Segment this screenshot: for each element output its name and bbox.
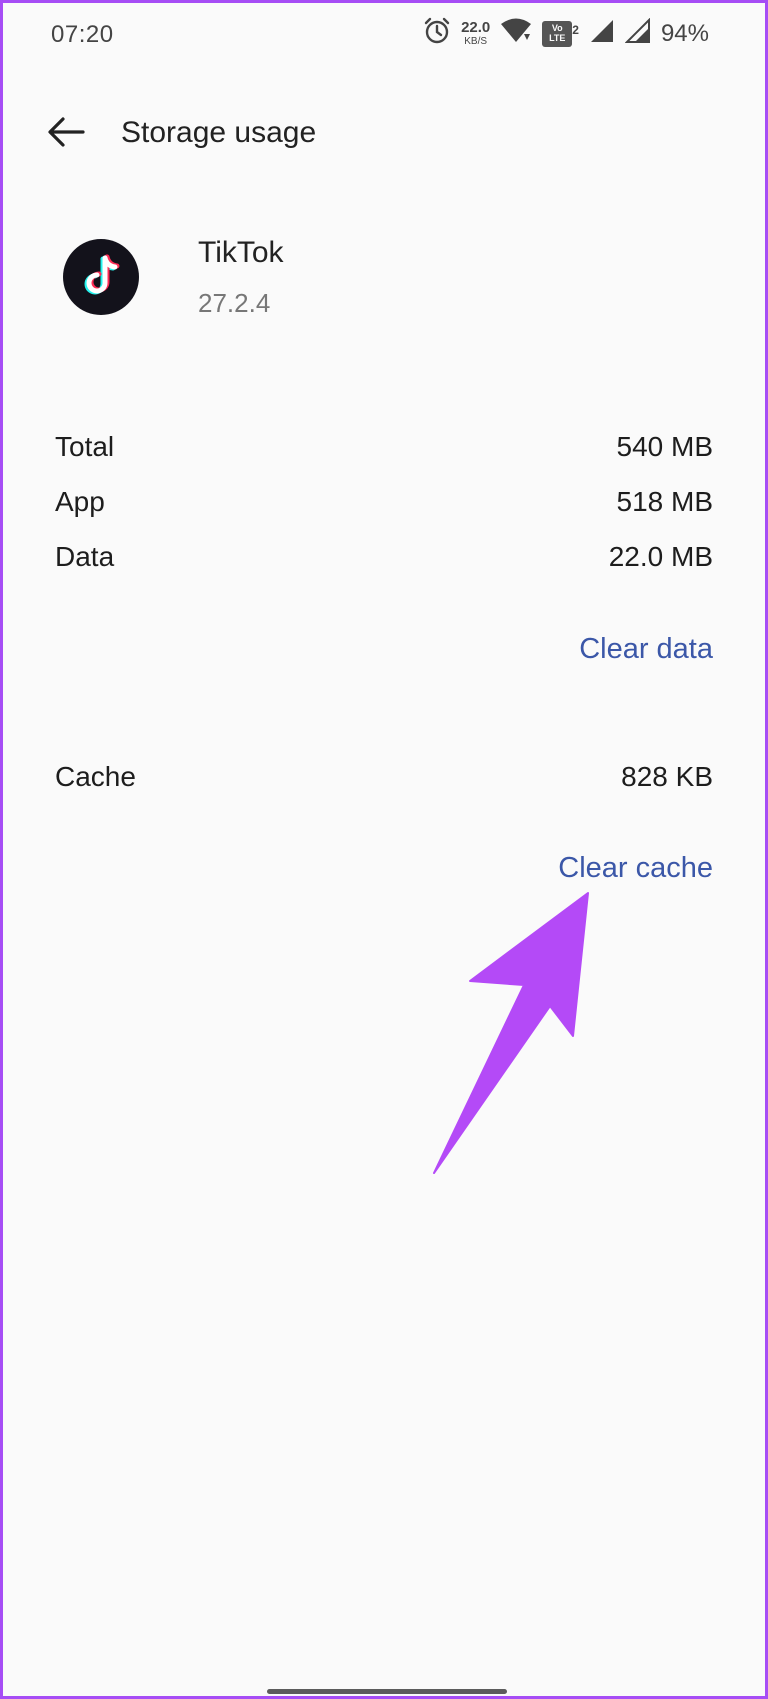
- home-indicator[interactable]: [267, 1689, 507, 1694]
- battery-level: 94%: [660, 19, 709, 47]
- storage-row-label: Total: [55, 431, 115, 462]
- storage-row-value: 540 MB: [616, 431, 714, 462]
- cache-label: Cache: [55, 761, 136, 792]
- sim-index: 2: [572, 22, 579, 37]
- storage-row-app: App 518 MB: [55, 486, 713, 518]
- status-icons: 22.0 KB/S Vo LTE 2 94%: [423, 17, 709, 50]
- page-title: Storage usage: [121, 116, 317, 149]
- volte-icon: Vo LTE: [542, 20, 573, 47]
- storage-row-value: 22.0 MB: [608, 541, 713, 572]
- clear-data-button[interactable]: Clear data: [579, 633, 713, 666]
- storage-row-cache: Cache 828 KB: [55, 761, 713, 793]
- cache-value: 828 KB: [621, 761, 713, 792]
- storage-row-total: Total 540 MB: [55, 431, 713, 463]
- annotation-arrow-icon: [423, 888, 603, 1183]
- signal-icon-1: [589, 18, 615, 49]
- app-version: 27.2.4: [198, 288, 271, 318]
- signal-icon-2: [624, 17, 651, 49]
- volte-bottom-text: LTE: [549, 32, 566, 43]
- network-speed: 22.0 KB/S: [461, 20, 490, 47]
- storage-row-label: Data: [55, 541, 115, 572]
- tiktok-logo-icon: [63, 239, 139, 315]
- network-speed-value: 22.0: [461, 19, 491, 36]
- wifi-icon: [500, 18, 532, 49]
- back-arrow-icon[interactable]: [45, 111, 87, 153]
- alarm-icon: [423, 17, 451, 50]
- phone-screen: 07:20 22.0 KB/S Vo LTE 2 94% Storage usa…: [0, 0, 768, 1699]
- status-time: 07:20: [51, 21, 114, 48]
- clear-cache-button[interactable]: Clear cache: [558, 852, 713, 885]
- app-name: TikTok: [198, 236, 284, 269]
- network-speed-unit: KB/S: [464, 36, 488, 47]
- storage-row-value: 518 MB: [616, 486, 714, 517]
- storage-row-label: App: [55, 486, 105, 517]
- storage-row-data: Data 22.0 MB: [55, 541, 713, 573]
